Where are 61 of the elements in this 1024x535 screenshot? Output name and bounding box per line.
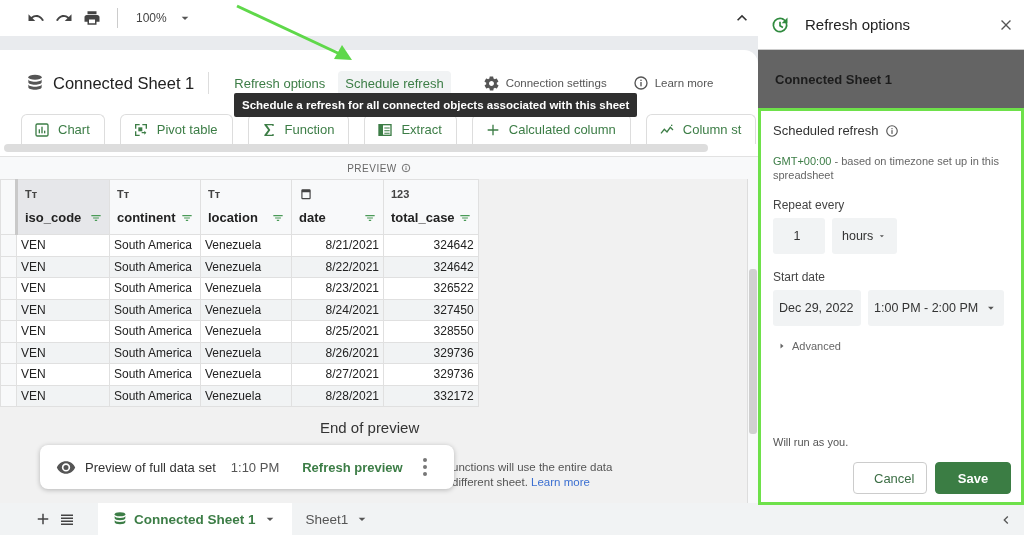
interval-field[interactable]: 1 [773, 218, 825, 254]
type-icon: Tт [117, 188, 130, 200]
refresh-preview-button[interactable]: Refresh preview [302, 459, 403, 475]
end-of-preview-title: End of preview [320, 419, 420, 436]
info-icon [400, 163, 411, 173]
learn-more-link[interactable]: Learn more [531, 476, 590, 488]
column-header[interactable]: 123 total_case [383, 179, 479, 235]
save-button[interactable]: Save [935, 462, 1011, 494]
scrollbar[interactable] [747, 179, 758, 503]
type-icon: Tт [208, 188, 221, 200]
preview-time: 1:10 PM [230, 459, 280, 475]
section-title: Scheduled refresh [773, 123, 879, 138]
source-name: Connected Sheet 1 [775, 71, 893, 87]
print-icon [83, 9, 101, 27]
column-name: total_case [391, 210, 455, 225]
field-label: Start date [773, 270, 827, 284]
toolbar-tab[interactable]: Refresh options [227, 70, 333, 96]
action-button[interactable]: Chart [21, 114, 105, 144]
sheet-tab[interactable]: Connected Sheet 1 [98, 503, 292, 535]
column-name: date [299, 210, 326, 225]
unit-select[interactable]: hours [832, 218, 897, 254]
column-name: iso_code [25, 210, 82, 225]
column-header[interactable]: date [291, 179, 384, 235]
info-icon [884, 123, 899, 138]
advanced-toggle[interactable]: Advanced [773, 340, 841, 352]
action-button[interactable]: Column st [645, 114, 757, 144]
panel-title: Refresh options [805, 16, 912, 33]
calendar-icon [299, 187, 313, 201]
column-name: continent [117, 210, 176, 225]
toolbar-link[interactable]: Learn more [632, 75, 714, 91]
sheet-title: Connected Sheet 1 [53, 73, 195, 93]
cancel-button[interactable]: Cancel [853, 462, 927, 494]
preview-note: different sheet. [452, 476, 528, 488]
preview-label: Preview of full data set [85, 459, 216, 475]
column-header[interactable]: Tт iso_code [16, 179, 110, 235]
database-icon [25, 73, 45, 93]
timezone-note: GMT+00:00 - based on timezone set up in this spreadsheet [773, 154, 1000, 182]
column-header[interactable]: Tт continent [109, 179, 201, 235]
settings-icon [482, 74, 500, 92]
tooltip: Schedule a refresh for all connected objects associated with this sheet [234, 93, 638, 117]
more-icon [422, 458, 427, 476]
sheet-tab[interactable]: Sheet1 [291, 503, 385, 535]
scrollbar[interactable] [4, 144, 708, 152]
field-label: Repeat every [773, 198, 846, 212]
time-select[interactable]: 1:00 PM - 2:00 PM [868, 290, 1004, 326]
chart-icon [34, 121, 50, 138]
column-header[interactable]: Tт location [200, 179, 292, 235]
info-icon [632, 75, 649, 91]
date-field[interactable]: Dec 29, 2022 [773, 290, 861, 326]
table-icon [377, 121, 394, 138]
type-icon: Tт [25, 188, 38, 200]
pivot-icon [132, 121, 149, 138]
database-icon [112, 511, 128, 527]
column-name: location [208, 210, 258, 225]
action-button[interactable]: Pivot table [119, 114, 233, 144]
zoom-select[interactable]: 100% [136, 11, 167, 25]
run-as-note: Will run as you. [773, 436, 850, 448]
preview-label: PREVIEW [347, 162, 397, 174]
type-icon: 123 [391, 188, 410, 200]
toolbar-link[interactable]: Connection settings [482, 74, 607, 92]
toolbar-tab[interactable]: Schedule refresh [338, 70, 451, 96]
